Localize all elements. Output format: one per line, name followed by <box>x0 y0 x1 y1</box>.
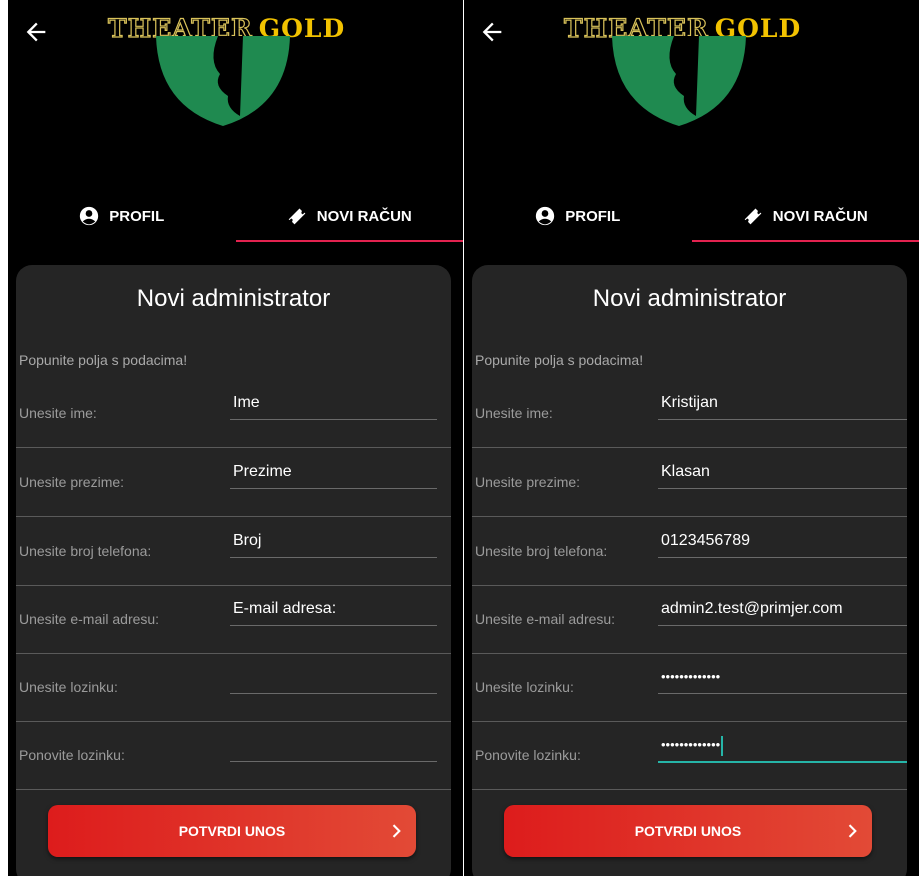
tab-novi-racun-label: NOVI RAČUN <box>316 207 412 225</box>
input-telefon[interactable]: 0123456789 <box>658 525 907 558</box>
tab-profil-label: PROFIL <box>109 207 165 225</box>
tab-novi-racun[interactable]: NOVI RAČUN <box>236 190 464 242</box>
text-caret <box>721 735 724 756</box>
submit-button[interactable]: POTVRDI UNOS <box>48 805 416 857</box>
label-telefon: Unesite broj telefona: <box>19 543 152 559</box>
label-telefon: Unesite broj telefona: <box>475 543 608 559</box>
label-lozinka: Unesite lozinku: <box>475 679 574 695</box>
tab-profil[interactable]: PROFIL <box>464 190 692 242</box>
label-lozinka: Unesite lozinku: <box>19 679 118 695</box>
row-prezime: Unesite prezime: Klasan <box>472 448 907 517</box>
form-hint: Popunite polja s podacima! <box>19 352 188 368</box>
card-title: Novi administrator <box>592 285 787 312</box>
theater-logo <box>612 36 746 126</box>
row-ponovi-lozinku: Ponovite lozinku: ••••••••••••• <box>472 721 907 790</box>
card-title: Novi administrator <box>136 285 331 312</box>
account-circle-icon <box>80 206 99 226</box>
tab-bar: PROFIL NOVI RAČUN <box>8 190 463 242</box>
input-lozinka[interactable] <box>230 661 437 694</box>
row-email: Unesite e-mail adresu: E-mail adresa: <box>16 585 451 654</box>
submit-button-label: POTVRDI UNOS <box>634 823 742 839</box>
submit-button-label: POTVRDI UNOS <box>178 823 286 839</box>
row-telefon: Unesite broj telefona: Broj <box>16 517 451 586</box>
row-prezime: Unesite prezime: Prezime <box>16 448 451 517</box>
label-prezime: Unesite prezime: <box>475 474 581 490</box>
active-tab-indicator <box>691 240 919 242</box>
tab-bar: PROFIL NOVI RAČUN <box>464 190 919 242</box>
input-ponovi-lozinku-value: ••••••••••••• <box>661 737 721 752</box>
form-card: Novi administrator Popunite polja s poda… <box>472 265 907 876</box>
input-email[interactable]: admin2.test@primjer.com <box>658 593 907 626</box>
label-ponovi-lozinku: Ponovite lozinku: <box>475 747 581 763</box>
form-hint: Popunite polja s podacima! <box>475 352 644 368</box>
label-prezime: Unesite prezime: <box>19 474 125 490</box>
label-ime: Unesite ime: <box>475 405 553 421</box>
input-telefon[interactable]: Broj <box>230 525 437 558</box>
tab-profil-label: PROFIL <box>565 207 621 225</box>
theater-logo <box>156 36 290 126</box>
active-tab-indicator <box>235 240 463 242</box>
input-prezime[interactable]: Klasan <box>658 456 907 489</box>
row-ime: Unesite ime: Kristijan <box>472 379 907 448</box>
input-email[interactable]: E-mail adresa: <box>230 593 437 626</box>
back-arrow-icon[interactable] <box>22 18 50 46</box>
input-ponovi-lozinku[interactable]: ••••••••••••• <box>658 729 907 763</box>
ticket-icon <box>288 208 306 225</box>
chevron-right-icon <box>392 824 401 838</box>
row-ime: Unesite ime: Ime <box>16 379 451 448</box>
row-telefon: Unesite broj telefona: 0123456789 <box>472 517 907 586</box>
submit-button[interactable]: POTVRDI UNOS <box>504 805 872 857</box>
input-lozinka[interactable]: ••••••••••••• <box>658 661 907 694</box>
row-email: Unesite e-mail adresu: admin2.test@primj… <box>472 585 907 654</box>
screen-empty-form: THEATER GOLD PROFIL NOVI RAČUN Novi admin… <box>8 0 463 876</box>
back-arrow-icon[interactable] <box>478 18 506 46</box>
tab-profil[interactable]: PROFIL <box>8 190 236 242</box>
input-ime[interactable]: Ime <box>230 387 437 420</box>
input-ponovi-lozinku[interactable] <box>230 729 437 762</box>
ticket-icon <box>744 208 762 225</box>
input-ime[interactable]: Kristijan <box>658 387 907 420</box>
row-lozinka: Unesite lozinku: <box>16 653 451 722</box>
form-card: Novi administrator Popunite polja s poda… <box>16 265 451 876</box>
row-ponovi-lozinku: Ponovite lozinku: <box>16 721 451 790</box>
chevron-right-icon <box>848 824 857 838</box>
label-ponovi-lozinku: Ponovite lozinku: <box>19 747 125 763</box>
tab-novi-racun-label: NOVI RAČUN <box>772 207 868 225</box>
label-email: Unesite e-mail adresu: <box>475 611 616 627</box>
account-circle-icon <box>536 206 555 226</box>
input-prezime[interactable]: Prezime <box>230 456 437 489</box>
label-email: Unesite e-mail adresu: <box>19 611 160 627</box>
tab-novi-racun[interactable]: NOVI RAČUN <box>692 190 919 242</box>
screen-filled-form: THEATER GOLD PROFIL NOVI RAČUN Novi admin… <box>464 0 919 876</box>
row-lozinka: Unesite lozinku: ••••••••••••• <box>472 653 907 722</box>
label-ime: Unesite ime: <box>19 405 97 421</box>
